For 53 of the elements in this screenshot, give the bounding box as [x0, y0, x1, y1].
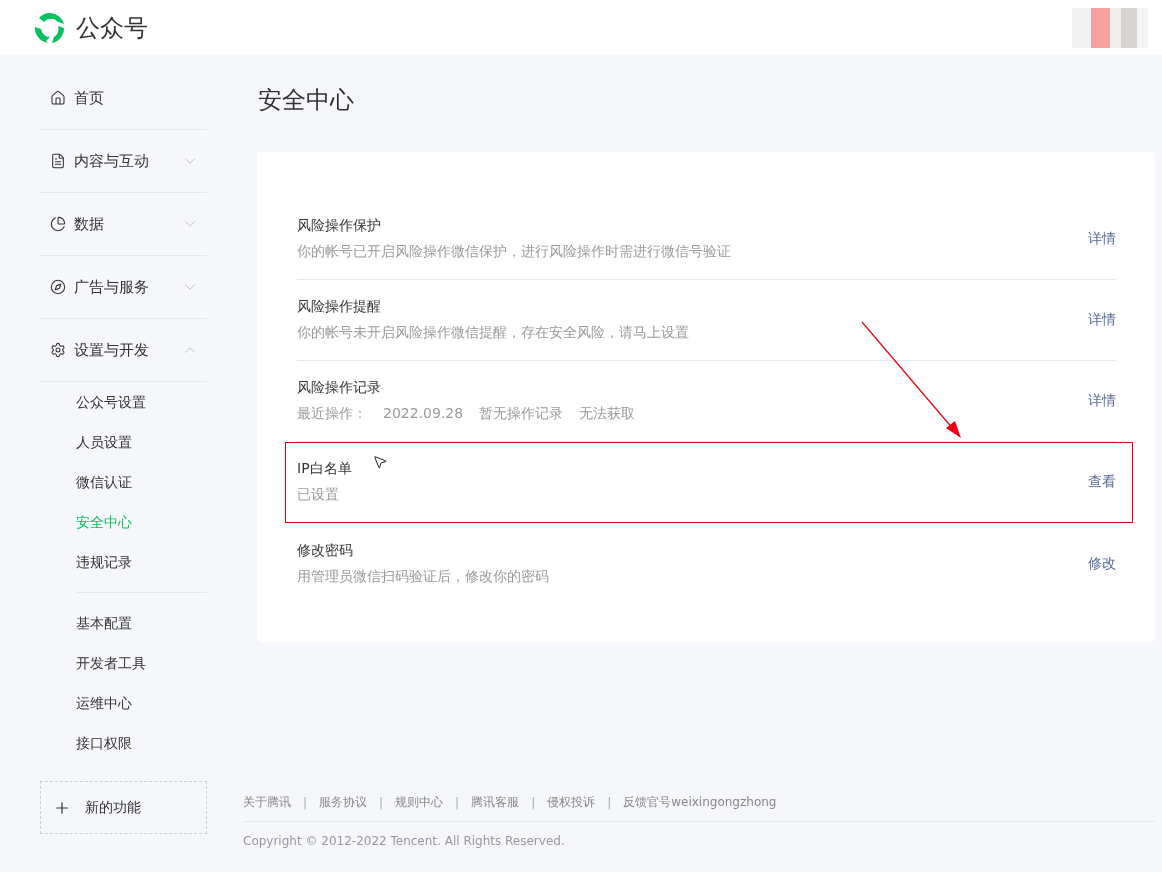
action-link[interactable]: 详情 — [1088, 392, 1116, 410]
footer-link[interactable]: 腾讯客服 — [471, 794, 520, 811]
submenu-item[interactable]: 公众号设置 — [76, 382, 146, 422]
setting-description: 暂无操作记录 — [479, 405, 564, 423]
separator: | — [303, 795, 308, 810]
footer-link[interactable]: 侵权投诉 — [547, 794, 596, 811]
action-link[interactable]: 详情 — [1088, 311, 1116, 329]
sidebar-item[interactable]: 内容与互动 — [40, 130, 207, 193]
setting-title: IP白名单 — [297, 460, 352, 478]
compass-icon — [50, 279, 66, 295]
settings-icon — [50, 342, 66, 358]
submenu-item[interactable]: 基本配置 — [76, 603, 132, 643]
action-link[interactable]: 查看 — [1088, 473, 1116, 491]
submenu-item[interactable]: 接口权限 — [76, 723, 132, 763]
setting-description: 最近操作： — [297, 405, 367, 423]
cursor-icon — [372, 454, 388, 470]
footer-link[interactable]: 规则中心 — [395, 794, 444, 811]
setting-description: 2022.09.28 — [383, 405, 464, 423]
footer-link[interactable]: 反馈官号weixingongzhong — [623, 794, 777, 811]
setting-description: 已设置 — [297, 486, 339, 504]
submenu-item[interactable]: 微信认证 — [76, 462, 132, 502]
action-link[interactable]: 修改 — [1088, 554, 1116, 573]
separator: | — [531, 795, 536, 810]
setting-title: 风险操作提醒 — [297, 298, 381, 316]
submenu-item[interactable]: 运维中心 — [76, 683, 132, 723]
copyright-text: Copyright © 2012-2022 Tencent. All Rights Reserved. — [243, 834, 565, 848]
setting-description: 你的帐号未开启风险操作微信提醒，存在安全风险，请马上设置 — [297, 324, 689, 342]
avatar-placeholder[interactable] — [1072, 7, 1148, 48]
setting-title: 风险操作保护 — [297, 217, 381, 235]
pie-chart-icon — [50, 216, 66, 232]
setting-description: 无法获取 — [579, 405, 636, 423]
document-icon — [50, 153, 66, 169]
separator: | — [607, 795, 612, 810]
footer-link[interactable]: 关于腾讯 — [243, 794, 291, 811]
new-features-button[interactable]: 新的功能 — [40, 781, 207, 834]
submenu-item[interactable]: 人员设置 — [76, 422, 132, 462]
submenu-item[interactable]: 开发者工具 — [76, 643, 146, 683]
setting-description: 你的帐号已开启风险操作微信保护，进行风险操作时需进行微信号验证 — [297, 243, 731, 261]
separator: | — [379, 795, 384, 810]
setting-title: 修改密码 — [297, 541, 353, 560]
submenu-item[interactable]: 违规记录 — [76, 542, 132, 582]
sidebar-item[interactable]: 广告与服务 — [40, 256, 207, 319]
setting-description: 用管理员微信扫码验证后，修改你的密码 — [297, 567, 549, 586]
sidebar-item[interactable]: 设置与开发 — [40, 319, 207, 382]
sidebar-item[interactable]: 数据 — [40, 193, 207, 256]
logo-text: 公众号 — [76, 12, 148, 44]
action-link[interactable]: 详情 — [1088, 230, 1116, 248]
page-title: 安全中心 — [258, 85, 354, 115]
footer-link[interactable]: 服务协议 — [319, 794, 368, 811]
home-icon — [50, 90, 66, 106]
sidebar-item[interactable]: 首页 — [40, 67, 207, 130]
separator: | — [455, 795, 460, 810]
setting-title: 风险操作记录 — [297, 379, 381, 397]
